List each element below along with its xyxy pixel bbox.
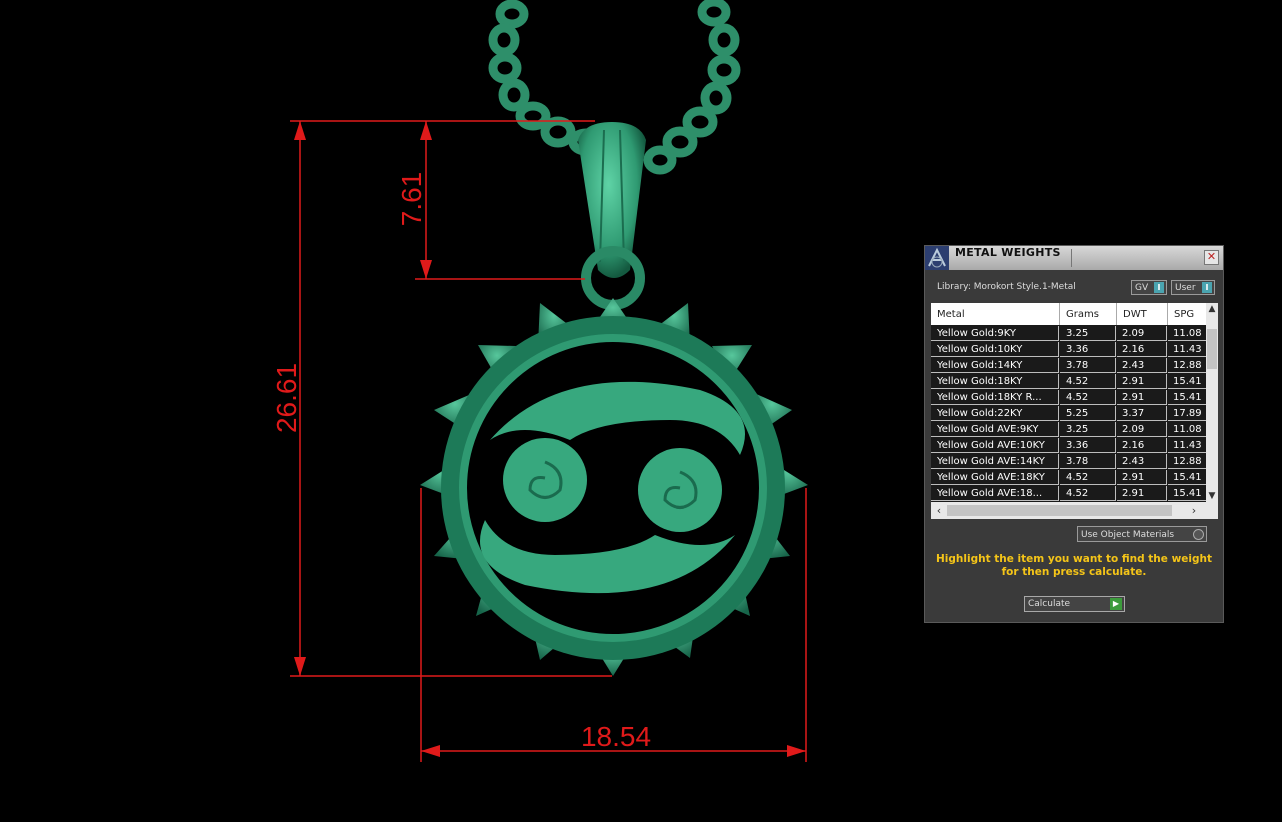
- cell-dwt: 2.91: [1117, 470, 1167, 485]
- cell-spg: 17.89: [1168, 406, 1206, 421]
- use-object-materials-label: Use Object Materials: [1081, 530, 1175, 540]
- cell-grams: 3.78: [1060, 358, 1116, 373]
- cell-grams: 4.52: [1060, 390, 1116, 405]
- calculate-label: Calculate: [1028, 599, 1071, 609]
- cell-metal: Yellow Gold AVE:10KY: [931, 438, 1059, 453]
- cell-dwt: 3.37: [1117, 406, 1167, 421]
- bail: [578, 122, 646, 310]
- use-object-materials-toggle[interactable]: Use Object Materials: [1077, 526, 1207, 542]
- cell-spg: 11.43: [1168, 438, 1206, 453]
- table-row[interactable]: Yellow Gold:10KY 3.36 2.16 11.43: [931, 342, 1206, 358]
- cell-dwt: 2.43: [1117, 454, 1167, 469]
- scroll-right-icon[interactable]: ›: [1187, 504, 1201, 517]
- cell-metal: Yellow Gold:10KY: [931, 342, 1059, 357]
- dimension-width-label: 18.54: [581, 721, 651, 752]
- table-header: Metal Grams DWT SPG: [931, 303, 1206, 325]
- cell-spg: 12.88: [1168, 454, 1206, 469]
- cell-dwt: 2.09: [1117, 326, 1167, 341]
- cell-grams: 5.25: [1060, 406, 1116, 421]
- gv-dropdown[interactable]: GV I: [1131, 280, 1167, 295]
- cell-dwt: 2.09: [1117, 422, 1167, 437]
- cell-spg: 15.41: [1168, 486, 1206, 501]
- cell-dwt: 2.16: [1117, 342, 1167, 357]
- cell-grams: 3.36: [1060, 438, 1116, 453]
- title-divider: [1071, 249, 1072, 267]
- table-row[interactable]: Yellow Gold AVE:18... 4.52 2.91 15.41: [931, 486, 1206, 502]
- table-row[interactable]: Yellow Gold:9KY 3.25 2.09 11.08: [931, 326, 1206, 342]
- cell-grams: 4.52: [1060, 470, 1116, 485]
- cell-grams: 3.25: [1060, 326, 1116, 341]
- table-row[interactable]: Yellow Gold:22KY 5.25 3.37 17.89: [931, 406, 1206, 422]
- close-button[interactable]: ✕: [1204, 250, 1219, 265]
- cell-metal: Yellow Gold:18KY R...: [931, 390, 1059, 405]
- column-header-spg[interactable]: SPG: [1168, 303, 1206, 325]
- radio-icon: [1193, 529, 1204, 540]
- cell-spg: 11.08: [1168, 422, 1206, 437]
- cell-metal: Yellow Gold:22KY: [931, 406, 1059, 421]
- dimension-height-label: 26.61: [271, 363, 302, 433]
- scroll-down-icon[interactable]: ▼: [1206, 490, 1218, 502]
- cell-dwt: 2.16: [1117, 438, 1167, 453]
- cell-dwt: 2.91: [1117, 374, 1167, 389]
- user-dropdown-label: User: [1175, 283, 1196, 293]
- cell-spg: 15.41: [1168, 390, 1206, 405]
- cell-metal: Yellow Gold AVE:9KY: [931, 422, 1059, 437]
- dimension-bail-label: 7.61: [396, 172, 427, 227]
- scroll-left-icon[interactable]: ‹: [932, 504, 946, 517]
- panel-title: METAL WEIGHTS: [955, 246, 1061, 259]
- cell-grams: 3.36: [1060, 342, 1116, 357]
- cell-metal: Yellow Gold:18KY: [931, 374, 1059, 389]
- table-row[interactable]: Yellow Gold:18KY R... 4.52 2.91 15.41: [931, 390, 1206, 406]
- cell-spg: 12.88: [1168, 358, 1206, 373]
- user-dropdown[interactable]: User I: [1171, 280, 1215, 295]
- gv-dropdown-label: GV: [1135, 283, 1149, 293]
- cell-metal: Yellow Gold:9KY: [931, 326, 1059, 341]
- cell-spg: 15.41: [1168, 374, 1206, 389]
- scroll-up-icon[interactable]: ▲: [1206, 303, 1218, 315]
- table-row[interactable]: Yellow Gold:18KY 4.52 2.91 15.41: [931, 374, 1206, 390]
- dropdown-arrow-icon: I: [1202, 282, 1212, 293]
- table-row[interactable]: Yellow Gold AVE:9KY 3.25 2.09 11.08: [931, 422, 1206, 438]
- table-row[interactable]: Yellow Gold AVE:10KY 3.36 2.16 11.43: [931, 438, 1206, 454]
- library-label: Library: Morokort Style.1-Metal: [937, 282, 1076, 292]
- cell-metal: Yellow Gold AVE:14KY: [931, 454, 1059, 469]
- play-icon: ▶: [1110, 598, 1122, 610]
- table-row[interactable]: Yellow Gold AVE:14KY 3.78 2.43 12.88: [931, 454, 1206, 470]
- column-header-dwt[interactable]: DWT: [1117, 303, 1168, 325]
- vertical-scrollbar[interactable]: ▲ ▼: [1206, 303, 1218, 502]
- table-row[interactable]: Yellow Gold:14KY 3.78 2.43 12.88: [931, 358, 1206, 374]
- table-body: Yellow Gold:9KY 3.25 2.09 11.08 Yellow G…: [931, 326, 1206, 502]
- cell-grams: 3.25: [1060, 422, 1116, 437]
- cell-grams: 4.52: [1060, 374, 1116, 389]
- calculate-button[interactable]: Calculate ▶: [1024, 596, 1125, 612]
- table-row[interactable]: Yellow Gold AVE:18KY 4.52 2.91 15.41: [931, 470, 1206, 486]
- metal-weights-panel[interactable]: METAL WEIGHTS ✕ Library: Morokort Style.…: [924, 245, 1224, 623]
- cell-grams: 3.78: [1060, 454, 1116, 469]
- cell-dwt: 2.91: [1117, 486, 1167, 501]
- instruction-text: Highlight the item you want to find the …: [936, 553, 1212, 578]
- column-header-grams[interactable]: Grams: [1060, 303, 1117, 325]
- panel-titlebar[interactable]: METAL WEIGHTS ✕: [925, 246, 1223, 270]
- column-header-metal[interactable]: Metal: [931, 303, 1060, 325]
- cell-spg: 11.08: [1168, 326, 1206, 341]
- cell-spg: 15.41: [1168, 470, 1206, 485]
- dropdown-arrow-icon: I: [1154, 282, 1164, 293]
- cell-metal: Yellow Gold:14KY: [931, 358, 1059, 373]
- cell-dwt: 2.43: [1117, 358, 1167, 373]
- horizontal-scrollbar[interactable]: ‹ ›: [931, 502, 1218, 519]
- scroll-thumb[interactable]: [947, 505, 1172, 516]
- cell-spg: 11.43: [1168, 342, 1206, 357]
- cell-metal: Yellow Gold AVE:18KY: [931, 470, 1059, 485]
- scroll-thumb[interactable]: [1207, 329, 1217, 369]
- app-logo-icon: [925, 246, 949, 270]
- pendant: [420, 298, 808, 676]
- metal-table[interactable]: Metal Grams DWT SPG Yellow Gold:9KY 3.25…: [931, 303, 1218, 519]
- cell-metal: Yellow Gold AVE:18...: [931, 486, 1059, 501]
- cell-dwt: 2.91: [1117, 390, 1167, 405]
- cell-grams: 4.52: [1060, 486, 1116, 501]
